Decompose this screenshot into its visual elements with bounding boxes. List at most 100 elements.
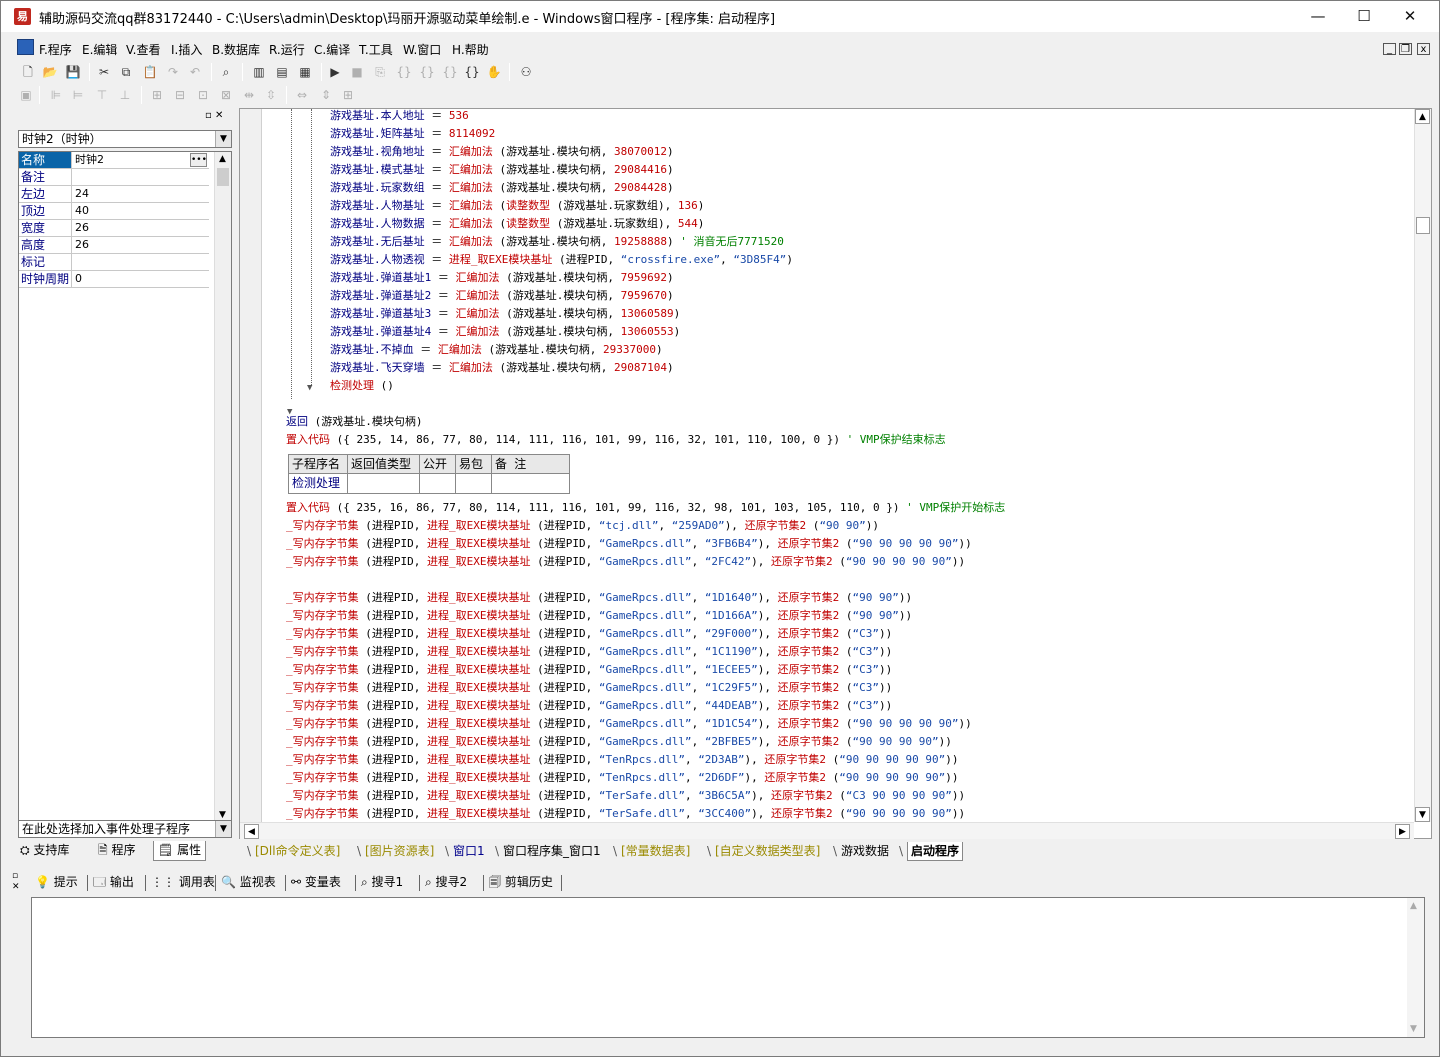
code-line[interactable]: 游戏基址.飞天穿墙 ＝ 汇编加法 (游戏基址.模块句柄, 29087104) bbox=[330, 359, 674, 377]
subroutine-easy-cell[interactable] bbox=[456, 474, 492, 493]
subroutine-return-cell[interactable] bbox=[348, 474, 420, 493]
doc-tab[interactable]: [Dll命令定义表] bbox=[255, 842, 340, 861]
undo-icon[interactable]: ↶ bbox=[186, 63, 204, 81]
code-area[interactable]: ▼ ▼ 游戏基址.本人地址 ＝ 536 游戏基址.矩阵基址 ＝ 8114092 游戏… bbox=[262, 109, 1414, 822]
menu-tools[interactable]: T.工具 bbox=[359, 41, 393, 58]
code-line[interactable]: 游戏基址.人物透视 ＝ 进程_取EXE模块基址 (进程PID, “crossfi… bbox=[330, 251, 793, 269]
property-value[interactable]: 26 bbox=[75, 237, 89, 253]
panel-close-icon[interactable]: ✕ bbox=[12, 882, 24, 893]
tab-search1[interactable]: ⌕ 搜寻1 bbox=[361, 871, 403, 893]
code-line[interactable]: 游戏基址.无后基址 ＝ 汇编加法 (游戏基址.模块句柄, 19258888) '… bbox=[330, 233, 784, 251]
copy-icon[interactable]: ⧉ bbox=[117, 63, 135, 81]
event-handler-select[interactable]: 在此处选择加入事件处理子程序 ▼ bbox=[18, 820, 232, 838]
property-row[interactable]: 备注 bbox=[19, 169, 209, 186]
property-row[interactable]: 宽度 26 bbox=[19, 220, 209, 237]
property-value[interactable]: 24 bbox=[75, 186, 89, 202]
output-text-area[interactable]: ▲ ▼ bbox=[31, 897, 1425, 1038]
code-line[interactable]: _写内存字节集 (进程PID, 进程_取EXE模块基址 (进程PID, “Gam… bbox=[286, 535, 972, 553]
code-line[interactable]: 游戏基址.弹道基址2 ＝ 汇编加法 (游戏基址.模块句柄, 7959670) bbox=[330, 287, 674, 305]
save-icon[interactable]: 💾 bbox=[64, 63, 82, 81]
document-icon[interactable] bbox=[17, 39, 34, 55]
layout-bottom-icon[interactable]: ▤ bbox=[273, 63, 291, 81]
maximize-button[interactable]: ☐ bbox=[1341, 1, 1387, 32]
code-line[interactable]: 游戏基址.弹道基址3 ＝ 汇编加法 (游戏基址.模块句柄, 13060589) bbox=[330, 305, 680, 323]
menu-program[interactable]: F.程序 bbox=[39, 41, 72, 58]
step-icon[interactable]: ⎘ bbox=[371, 63, 389, 81]
code-line[interactable]: _写内存字节集 (进程PID, 进程_取EXE模块基址 (进程PID, “Gam… bbox=[286, 679, 892, 697]
step-out-icon[interactable]: {} bbox=[441, 63, 459, 81]
open-folder-icon[interactable]: 📂 bbox=[41, 63, 59, 81]
code-line[interactable]: 游戏基址.本人地址 ＝ 536 bbox=[330, 109, 469, 125]
code-line[interactable]: 返回 (游戏基址.模块句柄) bbox=[286, 413, 423, 431]
code-line[interactable]: 游戏基址.矩阵基址 ＝ 8114092 bbox=[330, 125, 495, 143]
align-right-icon[interactable]: ⊨ bbox=[69, 86, 87, 104]
output-scrollbar[interactable]: ▲ ▼ bbox=[1407, 898, 1424, 1037]
scroll-up-icon[interactable]: ▲ bbox=[1410, 901, 1417, 911]
tab-search2[interactable]: ⌕ 搜寻2 bbox=[425, 871, 467, 893]
menu-insert[interactable]: I.插入 bbox=[171, 41, 202, 58]
mdi-minimize-button[interactable]: _ bbox=[1383, 43, 1396, 55]
align-top-icon[interactable]: ⊤ bbox=[93, 86, 111, 104]
property-scrollbar[interactable]: ▲ ▼ bbox=[214, 152, 231, 823]
tab-variables[interactable]: ⚯ 变量表 bbox=[291, 871, 341, 893]
panel-close-icon[interactable]: ✕ bbox=[215, 110, 223, 121]
code-line[interactable]: _写内存字节集 (进程PID, 进程_取EXE模块基址 (进程PID, “Gam… bbox=[286, 715, 972, 733]
menu-database[interactable]: B.数据库 bbox=[212, 41, 260, 58]
minimize-button[interactable]: — bbox=[1295, 1, 1341, 32]
layout-left-icon[interactable]: ▥ bbox=[250, 63, 268, 81]
doc-tab[interactable]: [常量数据表] bbox=[621, 842, 690, 861]
align-left-icon[interactable]: ⊫ bbox=[47, 86, 65, 104]
code-line[interactable]: 检测处理 () bbox=[330, 377, 394, 395]
menu-edit[interactable]: E.编辑 bbox=[82, 41, 117, 58]
doc-tab[interactable]: [图片资源表] bbox=[365, 842, 434, 861]
property-row[interactable]: 时钟周期 0 bbox=[19, 271, 209, 288]
property-value[interactable]: 时钟2 bbox=[75, 152, 104, 168]
scroll-thumb[interactable] bbox=[217, 168, 229, 186]
same-height-icon[interactable]: ⊠ bbox=[217, 86, 235, 104]
tab-hints[interactable]: 💡 提示 bbox=[35, 871, 78, 893]
code-line[interactable]: _写内存字节集 (进程PID, 进程_取EXE模块基址 (进程PID, “Ten… bbox=[286, 769, 959, 787]
code-line[interactable]: 游戏基址.弹道基址1 ＝ 汇编加法 (游戏基址.模块句柄, 7959692) bbox=[330, 269, 674, 287]
close-button[interactable]: ✕ bbox=[1387, 1, 1433, 32]
redo-icon[interactable]: ↷ bbox=[164, 63, 182, 81]
code-line[interactable]: _写内存字节集 (进程PID, 进程_取EXE模块基址 (进程PID, “Gam… bbox=[286, 607, 912, 625]
code-line[interactable]: _写内存字节集 (进程PID, 进程_取EXE模块基址 (进程PID, “Gam… bbox=[286, 553, 965, 571]
hand-icon[interactable]: ✋ bbox=[485, 63, 503, 81]
scroll-right-icon[interactable]: ▶ bbox=[1395, 824, 1410, 839]
tab-watch[interactable]: 🔍 监视表 bbox=[221, 871, 276, 893]
code-line[interactable]: _写内存字节集 (进程PID, 进程_取EXE模块基址 (进程PID, “Ter… bbox=[286, 787, 965, 805]
code-line[interactable]: _写内存字节集 (进程PID, 进程_取EXE模块基址 (进程PID, “Gam… bbox=[286, 589, 912, 607]
component-select[interactable]: 时钟2（时钟） ▼ bbox=[18, 130, 232, 148]
panel-pin-icon[interactable]: ▫ bbox=[12, 871, 24, 882]
code-line[interactable]: 游戏基址.模式基址 ＝ 汇编加法 (游戏基址.模块句柄, 29084416) bbox=[330, 161, 674, 179]
tab-output[interactable]: 🗔 输出 bbox=[93, 871, 134, 893]
center-horizontal-icon[interactable]: ⊞ bbox=[148, 86, 166, 104]
scroll-thumb[interactable] bbox=[1416, 217, 1430, 234]
space-vertical-icon[interactable]: ⇳ bbox=[262, 86, 280, 104]
doc-tab[interactable]: 窗口程序集_窗口1 bbox=[503, 842, 601, 861]
chevron-down-icon[interactable]: ▼ bbox=[215, 821, 231, 837]
form-icon[interactable]: ▣ bbox=[17, 86, 35, 104]
scroll-up-icon[interactable]: ▲ bbox=[215, 152, 230, 167]
code-line[interactable]: _写内存字节集 (进程PID, 进程_取EXE模块基址 (进程PID, “Ten… bbox=[286, 751, 959, 769]
mdi-restore-button[interactable]: ❐ bbox=[1399, 43, 1412, 55]
code-line[interactable]: _写内存字节集 (进程PID, 进程_取EXE模块基址 (进程PID, “Gam… bbox=[286, 661, 892, 679]
editor-horizontal-scrollbar[interactable]: ◀ ▶ bbox=[240, 822, 1414, 839]
subroutine-public-cell[interactable] bbox=[420, 474, 456, 493]
code-line[interactable]: 游戏基址.不掉血 ＝ 汇编加法 (游戏基址.模块句柄, 29337000) bbox=[330, 341, 663, 359]
tab-properties[interactable]: 🗒 属性 bbox=[153, 841, 207, 861]
code-line[interactable]: 置入代码 ({ 235, 14, 86, 77, 80, 114, 111, 1… bbox=[286, 431, 946, 449]
tab-clip-history[interactable]: 🗐 剪辑历史 bbox=[489, 871, 553, 893]
center-vertical-icon[interactable]: ⊟ bbox=[171, 86, 189, 104]
paste-icon[interactable]: 📋 bbox=[141, 63, 159, 81]
align-bottom-icon[interactable]: ⊥ bbox=[116, 86, 134, 104]
code-line[interactable]: _写内存字节集 (进程PID, 进程_取EXE模块基址 (进程PID, “Gam… bbox=[286, 733, 952, 751]
subroutine-remark-cell[interactable] bbox=[492, 474, 569, 493]
property-row[interactable]: 高度 26 bbox=[19, 237, 209, 254]
tab-program[interactable]: 🗎 程序 bbox=[98, 841, 135, 861]
cut-icon[interactable]: ✂ bbox=[95, 63, 113, 81]
run-icon[interactable]: ▶ bbox=[326, 63, 344, 81]
scroll-left-icon[interactable]: ◀ bbox=[244, 824, 259, 839]
run-to-cursor-icon[interactable]: {} bbox=[463, 63, 481, 81]
code-line[interactable]: 游戏基址.玩家数组 ＝ 汇编加法 (游戏基址.模块句柄, 29084428) bbox=[330, 179, 674, 197]
